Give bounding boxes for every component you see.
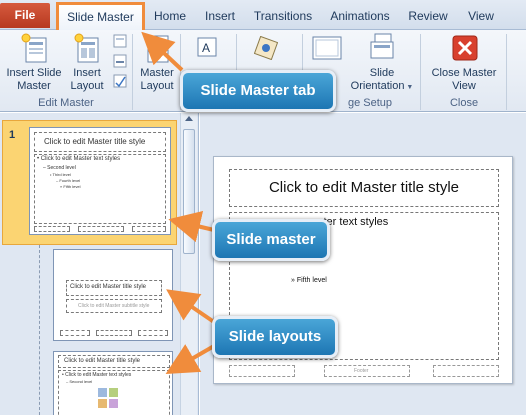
callout-slide-master: Slide master [212, 219, 330, 261]
arrow-to-layout-1 [166, 289, 216, 324]
callout-slide-layouts: Slide layouts [212, 316, 338, 358]
callout-slide-master-tab: Slide Master tab [180, 70, 336, 112]
arrow-to-slide-master [168, 211, 215, 243]
arrow-to-slide-master-tab [141, 31, 184, 72]
arrow-to-layout-2 [165, 344, 216, 375]
